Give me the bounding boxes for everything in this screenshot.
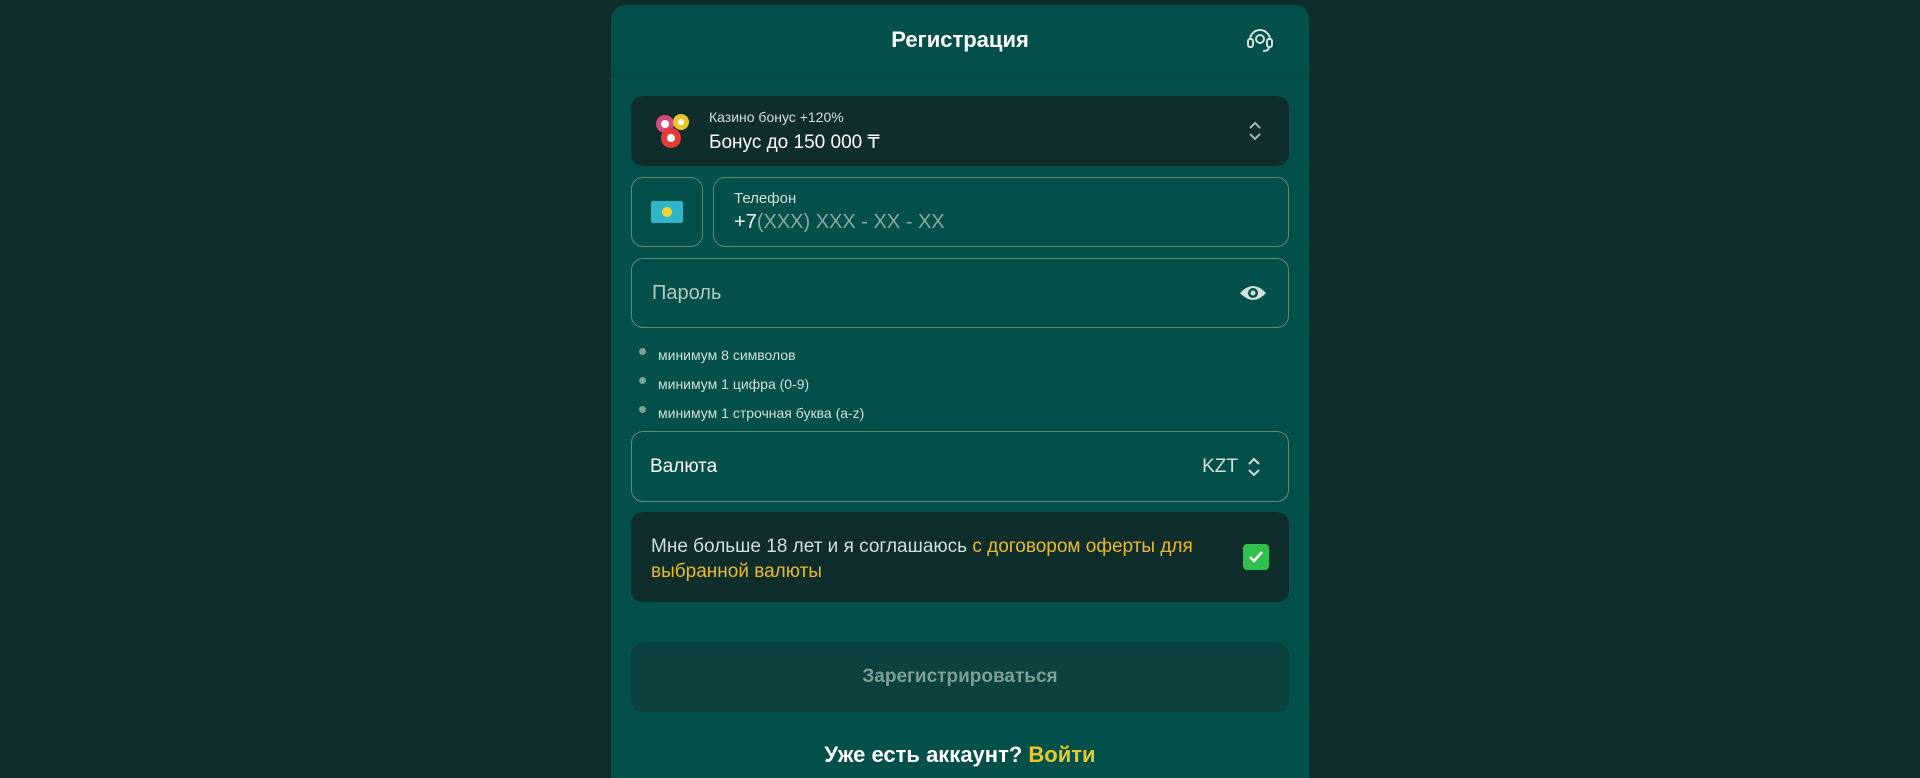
rule-text: минимум 1 цифра (0-9) (658, 375, 810, 392)
login-prompt: Уже есть аккаунт? Войти (631, 742, 1289, 768)
agreement-box: Мне больше 18 лет и я соглашаюсь с догов… (631, 512, 1289, 602)
password-input[interactable]: Пароль (631, 258, 1289, 328)
phone-mask: (XXX) XXX - XX - XX (756, 211, 945, 233)
rule-bullet (639, 348, 646, 355)
registration-modal: Регистрация Казино бонус +120% Бонус до … (611, 5, 1309, 778)
country-selector[interactable] (631, 177, 703, 247)
casino-chips-icon (656, 114, 689, 148)
currency-selector[interactable]: Валюта KZT (631, 431, 1289, 502)
register-label: Зарегистрироваться (862, 666, 1058, 687)
rule-bullet (639, 377, 646, 384)
password-rules: минимум 8 символов минимум 1 цифра (0-9)… (631, 340, 1289, 427)
bonus-selector[interactable]: Казино бонус +120% Бонус до 150 000 ₸ (631, 96, 1289, 166)
eye-icon[interactable] (1238, 281, 1268, 305)
agreement-statement: Мне больше 18 лет и я соглашаюсь (651, 536, 973, 557)
bonus-text: Казино бонус +120% Бонус до 150 000 ₸ (709, 109, 880, 154)
rule-text: минимум 8 символов (658, 346, 796, 363)
login-link[interactable]: Войти (1028, 742, 1095, 767)
currency-value: KZT (1202, 455, 1238, 477)
chevron-up-down-icon (1248, 457, 1260, 477)
modal-header: Регистрация (611, 5, 1309, 75)
phone-value: +7(XXX) XXX - XX - XX (734, 211, 1268, 234)
checkmark-icon (1249, 551, 1263, 563)
bonus-title: Бонус до 150 000 ₸ (709, 131, 880, 153)
phone-input[interactable]: Телефон +7(XXX) XXX - XX - XX (713, 177, 1289, 247)
bonus-subtitle: Казино бонус +120% (709, 108, 844, 125)
chevron-up-down-icon (1249, 121, 1261, 141)
currency-label: Валюта (650, 455, 718, 477)
password-rule: минимум 8 символов (639, 340, 1289, 369)
support-button[interactable] (1245, 25, 1275, 55)
phone-code: +7 (734, 211, 757, 233)
phone-label: Телефон (734, 190, 797, 207)
register-button[interactable]: Зарегистрироваться (631, 642, 1289, 712)
headset-icon (1247, 29, 1273, 52)
password-placeholder: Пароль (652, 281, 722, 304)
form-content: Казино бонус +120% Бонус до 150 000 ₸ Те… (611, 96, 1309, 768)
rule-bullet (639, 406, 646, 413)
agreement-checkbox[interactable] (1243, 544, 1269, 570)
phone-row: Телефон +7(XXX) XXX - XX - XX (631, 177, 1289, 247)
agreement-text: Мне больше 18 лет и я соглашаюсь с догов… (651, 534, 1209, 584)
password-rule: минимум 1 цифра (0-9) (639, 369, 1289, 398)
kazakhstan-flag-icon (651, 201, 683, 223)
rule-text: минимум 1 строчная буква (a-z) (658, 404, 865, 421)
modal-title: Регистрация (891, 26, 1029, 52)
login-question: Уже есть аккаунт? (824, 742, 1023, 767)
password-rule: минимум 1 строчная буква (a-z) (639, 398, 1289, 427)
